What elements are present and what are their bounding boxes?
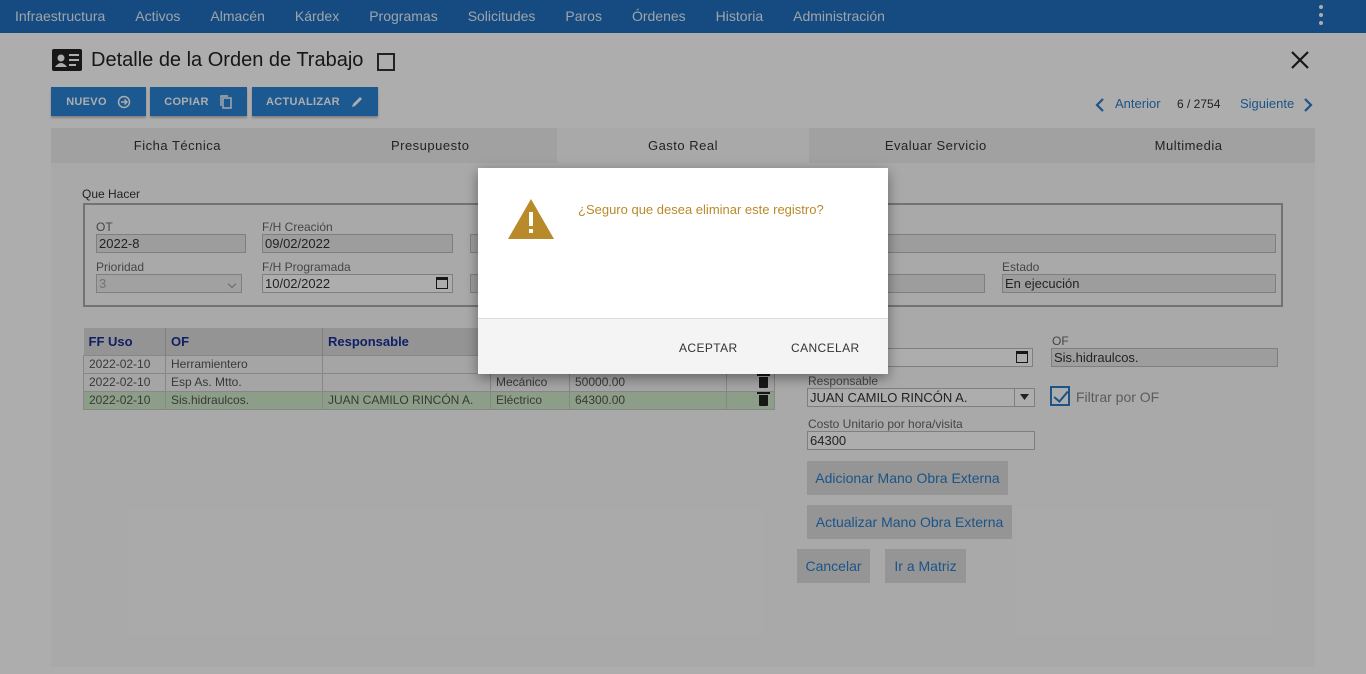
accept-button[interactable]: ACEPTAR <box>679 341 738 355</box>
confirm-dialog: ¿Seguro que desea eliminar este registro… <box>478 168 888 374</box>
warning-icon <box>508 199 554 239</box>
dialog-message: ¿Seguro que desea eliminar este registro… <box>578 202 824 217</box>
dialog-cancel-button[interactable]: CANCELAR <box>791 341 860 355</box>
dialog-footer: ACEPTAR CANCELAR <box>478 318 888 374</box>
